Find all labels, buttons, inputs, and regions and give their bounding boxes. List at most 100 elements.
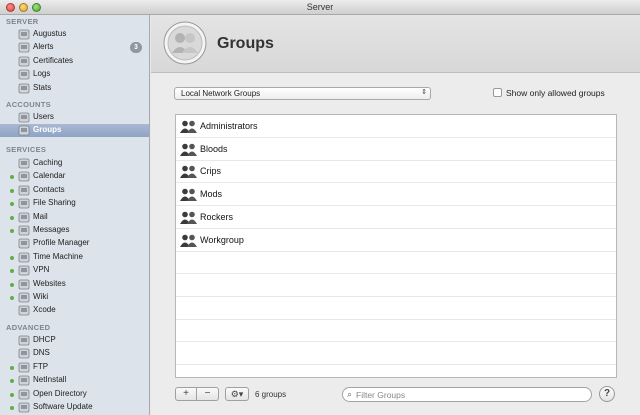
profile-icon (18, 238, 30, 249)
empty-row (176, 342, 616, 365)
page-header: Groups (151, 15, 640, 73)
filter-groups-field[interactable]: ⌕ Filter Groups (342, 387, 592, 402)
group-name: Mods (200, 189, 223, 200)
group-row[interactable]: Administrators (176, 115, 616, 138)
group-row[interactable]: Crips (176, 160, 616, 184)
groups-large-icon (163, 21, 207, 65)
sidebar-item-users[interactable]: Users (0, 111, 149, 124)
hammer-icon (18, 305, 30, 316)
sidebar-item-xcode[interactable]: Xcode (0, 304, 149, 317)
sidebar-item-stats[interactable]: Stats (0, 82, 149, 95)
sidebar-item-label: Xcode (33, 305, 56, 315)
group-type-select[interactable]: Local Network Groups ⇕ (174, 87, 431, 100)
sidebar-item-calendar[interactable]: Calendar (0, 170, 149, 183)
service-running-dot (10, 282, 14, 287)
group-name: Bloods (200, 143, 228, 154)
sidebar-item-dhcp[interactable]: DHCP (0, 334, 149, 347)
netinstall-icon (18, 375, 30, 386)
sidebar-item-label: Open Directory (33, 388, 87, 398)
groups-list[interactable]: Administrators Bloods Crips Mods Rockers Work… (175, 114, 617, 378)
sidebar-item-label: Software Update (33, 402, 93, 411)
empty-row (176, 274, 616, 297)
contacts-icon (18, 185, 30, 196)
sidebar-item-label: Time Machine (33, 251, 83, 261)
sidebar-item-mail[interactable]: Mail (0, 211, 149, 224)
sidebar-section-header: ACCOUNTS (6, 100, 51, 109)
sidebar-item-label: FTP (33, 361, 49, 371)
calendar-icon (18, 171, 30, 182)
service-running-dot (10, 379, 14, 384)
sidebar-item-wiki[interactable]: Wiki (0, 291, 149, 304)
group-name: Administrators (200, 121, 258, 131)
sidebar-item-dns[interactable]: DNS (0, 347, 149, 360)
title-bar: Server (0, 0, 640, 15)
sidebar-item-certificates[interactable]: Certificates (0, 55, 149, 68)
sidebar-item-label: VPN (33, 265, 50, 275)
gear-action-button[interactable]: ⚙▾ (225, 387, 249, 401)
group-icon (180, 143, 197, 156)
sidebar-item-contacts[interactable]: Contacts (0, 184, 149, 197)
update-icon (18, 402, 30, 413)
sidebar-item-software-update[interactable]: Software Update (0, 401, 149, 414)
log-icon (18, 69, 30, 80)
sidebar-item-netinstall[interactable]: NetInstall (0, 374, 149, 387)
sidebar-item-websites[interactable]: Websites (0, 278, 149, 291)
sidebar-item-caching[interactable]: Caching (0, 157, 149, 170)
group-count: 6 groups (255, 390, 287, 399)
filter-groups-placeholder: Filter Groups (356, 390, 406, 400)
sidebar-item-label: Stats (33, 82, 52, 92)
computer-icon (18, 29, 30, 40)
sidebar-section-header: SERVER (6, 17, 39, 26)
group-icon (180, 211, 197, 224)
group-row[interactable]: Bloods (176, 138, 616, 161)
sidebar-item-vpn[interactable]: VPN (0, 264, 149, 277)
main-panel: Groups Local Network Groups ⇕ Show only … (151, 15, 640, 415)
empty-row (176, 319, 616, 343)
alerts-count-badge: 3 (130, 42, 142, 54)
sidebar-item-time-machine[interactable]: Time Machine (0, 251, 149, 264)
remove-group-button[interactable]: − (197, 388, 218, 400)
service-running-dot (10, 202, 14, 207)
service-running-dot (10, 215, 14, 220)
sidebar-item-label: Messages (33, 225, 70, 234)
search-icon: ⌕ (347, 389, 353, 399)
group-row[interactable]: Mods (176, 183, 616, 207)
sidebar-item-profile-manager[interactable]: Profile Manager (0, 237, 149, 250)
stats-icon (18, 83, 30, 93)
sidebar-item-label: Users (33, 112, 54, 121)
group-icon (180, 120, 197, 133)
sidebar-item-label: Calendar (33, 171, 66, 181)
globe-icon (18, 279, 30, 289)
directory-icon (18, 389, 30, 399)
sidebar-item-open-directory[interactable]: Open Directory (0, 388, 149, 401)
ftp-icon (18, 362, 30, 373)
service-running-dot (10, 229, 14, 233)
sidebar-item-messages[interactable]: Messages (0, 224, 149, 237)
sidebar-item-alerts[interactable]: Alerts 3 (0, 41, 149, 54)
empty-row (176, 297, 616, 320)
group-icon (180, 188, 197, 202)
help-button[interactable]: ? (599, 386, 615, 402)
sidebar-item-ftp[interactable]: FTP (0, 361, 149, 374)
messages-icon (18, 225, 30, 236)
service-running-dot (10, 365, 14, 370)
group-name: Workgroup (200, 234, 244, 245)
dhcp-icon (18, 335, 30, 346)
add-group-button[interactable]: + (176, 388, 197, 400)
group-icon (18, 125, 30, 136)
show-only-allowed-checkbox[interactable] (493, 88, 502, 97)
group-row[interactable]: Workgroup (176, 229, 616, 252)
sidebar-item-label: Certificates (33, 55, 74, 65)
vpn-icon (18, 265, 30, 276)
bottom-toolbar: + − ⚙▾ 6 groups ⌕ Filter Groups ? (151, 385, 640, 405)
sidebar-item-logs[interactable]: Logs (0, 68, 149, 81)
service-running-dot (10, 406, 14, 410)
sidebar-item-label: Groups (33, 125, 62, 135)
sidebar-item-label: NetInstall (33, 375, 67, 385)
service-running-dot (10, 392, 14, 397)
sidebar-item-file-sharing[interactable]: File Sharing (0, 197, 149, 210)
group-row[interactable]: Rockers (176, 206, 616, 229)
sidebar-item-augustus[interactable]: Augustus (0, 28, 149, 41)
sidebar-item-groups[interactable]: Groups (0, 124, 149, 138)
sidebar-item-label: Contacts (33, 184, 65, 194)
